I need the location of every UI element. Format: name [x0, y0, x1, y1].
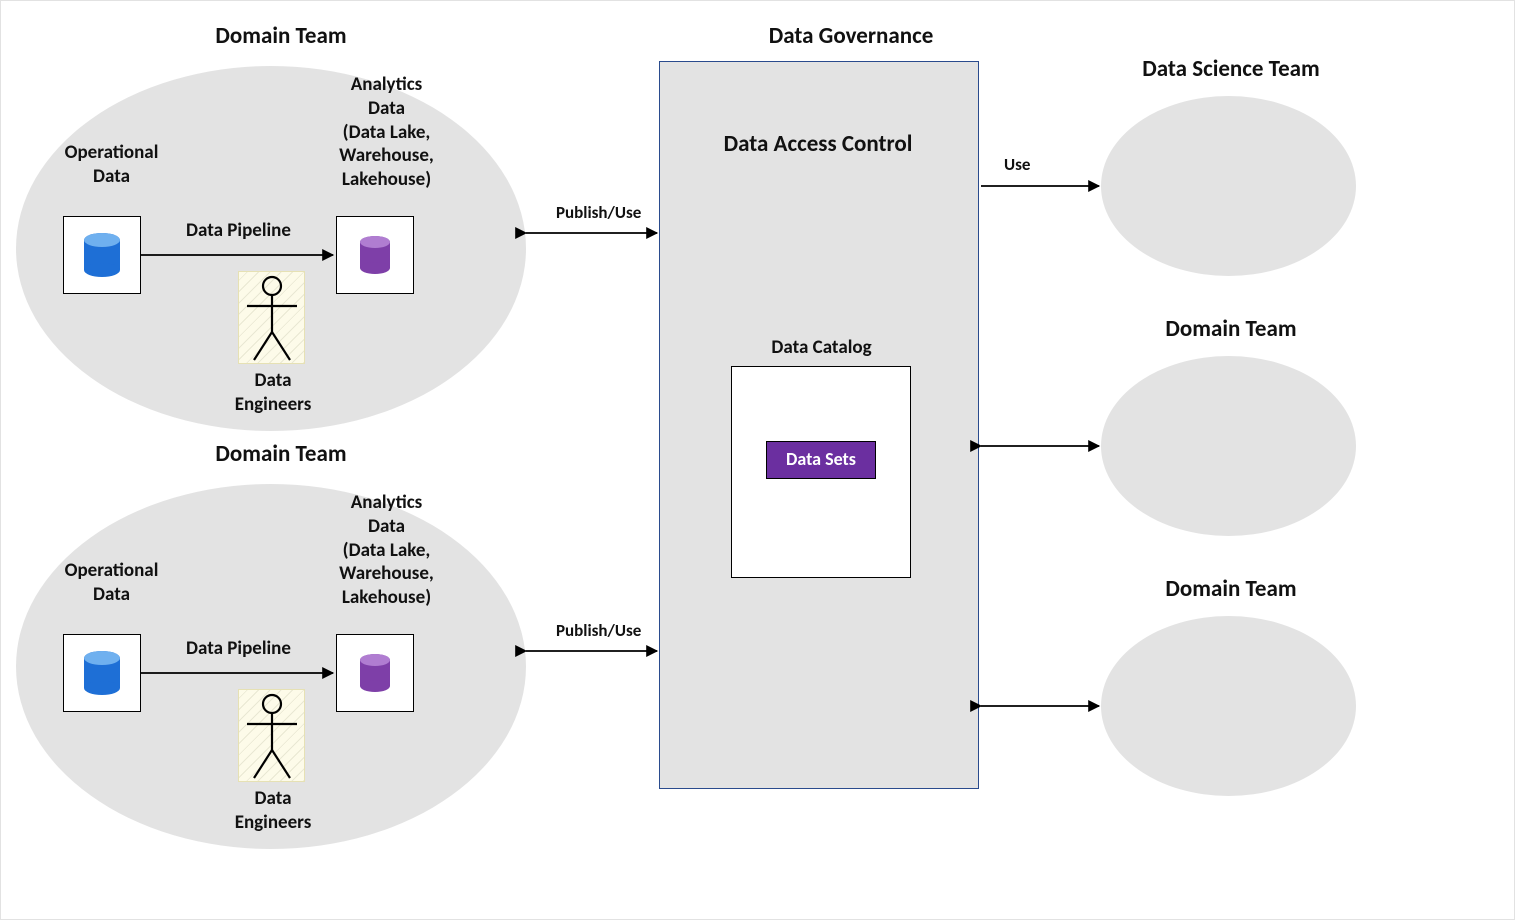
domain-team-2-title: Domain Team [181, 441, 381, 469]
data-pipeline-label-2: Data Pipeline [156, 637, 321, 661]
data-pipeline-label-1: Data Pipeline [156, 219, 321, 243]
data-governance-title: Data Governance [721, 23, 981, 51]
operational-db-2 [63, 634, 141, 712]
data-engineers-label-1: Data Engineers [208, 369, 338, 417]
analytics-data-label-2: Analytics Data (Data Lake, Warehouse, La… [294, 491, 479, 610]
data-access-control-label: Data Access Control [698, 131, 938, 159]
operational-data-label-1: Operational Data [39, 141, 184, 189]
analytics-db-2 [336, 634, 414, 712]
diagram-canvas: Domain Team Operational Data Analytics D… [0, 0, 1515, 920]
analytics-db-1 [336, 216, 414, 294]
right-domain-team-2-title: Domain Team [1131, 576, 1331, 604]
data-sets-box: Data Sets [766, 441, 876, 479]
data-catalog-label: Data Catalog [754, 336, 889, 360]
analytics-data-label-1: Analytics Data (Data Lake, Warehouse, La… [294, 73, 479, 192]
right-domain-team-1-title: Domain Team [1131, 316, 1331, 344]
data-engineers-label-2: Data Engineers [208, 787, 338, 835]
data-science-team-title: Data Science Team [1101, 56, 1361, 84]
use-label: Use [1004, 155, 1030, 175]
database-icon [358, 235, 392, 275]
database-icon [82, 650, 122, 696]
person-icon [239, 272, 306, 365]
right-domain-team-2-ellipse [1101, 616, 1356, 796]
database-icon [82, 232, 122, 278]
data-science-team-ellipse [1101, 96, 1356, 276]
person-icon [239, 690, 306, 783]
domain-team-1-title: Domain Team [181, 23, 381, 51]
publish-use-label-1: Publish/Use [556, 203, 641, 223]
data-engineers-actor-1 [238, 271, 305, 364]
operational-data-label-2: Operational Data [39, 559, 184, 607]
publish-use-label-2: Publish/Use [556, 621, 641, 641]
data-engineers-actor-2 [238, 689, 305, 782]
right-domain-team-1-ellipse [1101, 356, 1356, 536]
operational-db-1 [63, 216, 141, 294]
database-icon [358, 653, 392, 693]
